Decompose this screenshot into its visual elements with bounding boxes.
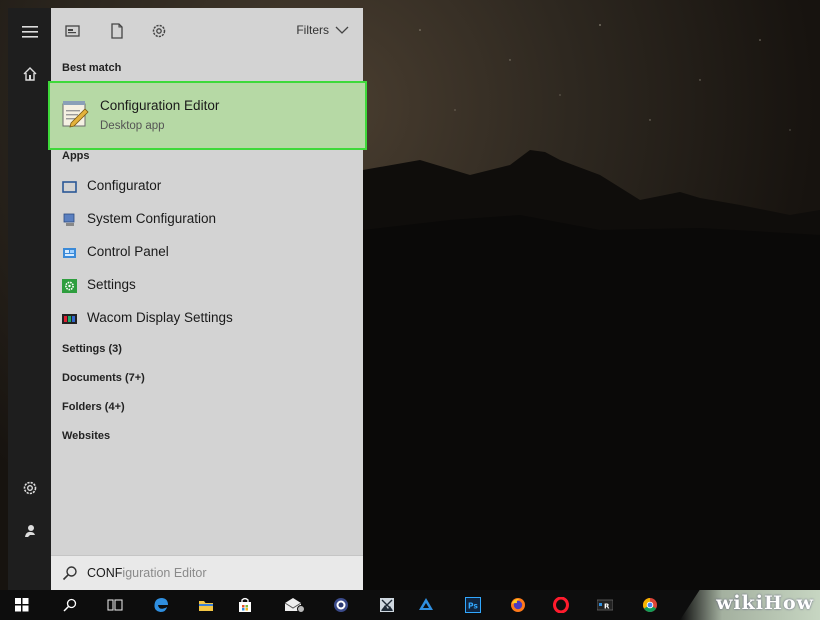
app-label: Control Panel (87, 244, 169, 259)
svg-text:Ps: Ps (468, 602, 478, 611)
category-documents[interactable]: Documents (7+) (62, 372, 145, 384)
task-view-icon[interactable] (97, 590, 133, 620)
photoshop-icon[interactable]: Ps (455, 590, 491, 620)
document-filter-icon[interactable] (108, 22, 126, 40)
app-label: Settings (87, 277, 136, 292)
app-label: System Configuration (87, 211, 217, 226)
search-input[interactable]: CONFiguration Editor (51, 555, 363, 590)
opera-icon[interactable] (543, 590, 579, 620)
file-explorer-icon[interactable] (188, 590, 224, 620)
best-match-heading: Best match (62, 62, 122, 74)
store-icon[interactable] (227, 590, 263, 620)
app-result-system-configuration[interactable]: System Configuration (51, 205, 363, 235)
settings-gear-icon[interactable] (8, 470, 51, 506)
search-autocomplete-text: iguration Editor (122, 566, 207, 580)
system-configuration-icon (63, 213, 75, 226)
wacom-icon (62, 314, 77, 324)
firefox-icon[interactable] (500, 590, 536, 620)
user-icon[interactable] (8, 513, 51, 549)
app-icon-2[interactable]: R (587, 590, 623, 620)
hamburger-menu-icon[interactable] (8, 14, 51, 50)
app-result-wacom-display-settings[interactable]: Wacom Display Settings (51, 304, 363, 334)
wikihow-watermark: wikiHow (716, 592, 814, 614)
filters-dropdown[interactable]: Filters (296, 23, 349, 37)
svg-text:R: R (604, 603, 610, 611)
app-label: Wacom Display Settings (87, 310, 233, 325)
control-panel-icon (63, 248, 76, 258)
start-menu-rail (8, 8, 51, 590)
home-icon[interactable] (8, 56, 51, 92)
all-results-icon[interactable] (64, 22, 82, 40)
start-icon[interactable] (4, 590, 40, 620)
app-result-settings[interactable]: Settings (51, 271, 363, 301)
settings-app-icon (62, 279, 77, 293)
app-label: Configurator (87, 178, 162, 193)
category-settings[interactable]: Settings (3) (62, 343, 122, 355)
onedrive-icon[interactable] (408, 590, 444, 620)
photos-icon[interactable] (369, 590, 405, 620)
search-results-panel: Filters Best match Configuration Editor … (48, 8, 367, 590)
search-query: CONFiguration Editor (87, 566, 207, 580)
configurator-icon (62, 181, 77, 193)
search-icon (62, 566, 77, 581)
best-match-subtitle: Desktop app (100, 120, 165, 132)
edge-icon[interactable] (143, 590, 179, 620)
mail-icon[interactable] (277, 590, 313, 620)
apps-heading: Apps (62, 150, 90, 162)
settings-filter-icon[interactable] (150, 22, 168, 40)
panel-header: Filters (51, 8, 363, 54)
best-match-result[interactable]: Configuration Editor Desktop app (48, 81, 367, 150)
search-typed-text: CONF (87, 566, 123, 580)
category-folders[interactable]: Folders (4+) (62, 401, 125, 413)
filters-label: Filters (296, 23, 329, 37)
configuration-editor-icon (62, 101, 89, 128)
chrome-icon[interactable] (632, 590, 668, 620)
best-match-title: Configuration Editor (100, 98, 220, 113)
app-result-configurator[interactable]: Configurator (51, 172, 363, 202)
chevron-down-icon (335, 26, 349, 34)
category-websites[interactable]: Websites (62, 430, 110, 442)
search-icon[interactable] (52, 590, 88, 620)
app-result-control-panel[interactable]: Control Panel (51, 238, 363, 268)
app-icon[interactable] (323, 590, 359, 620)
